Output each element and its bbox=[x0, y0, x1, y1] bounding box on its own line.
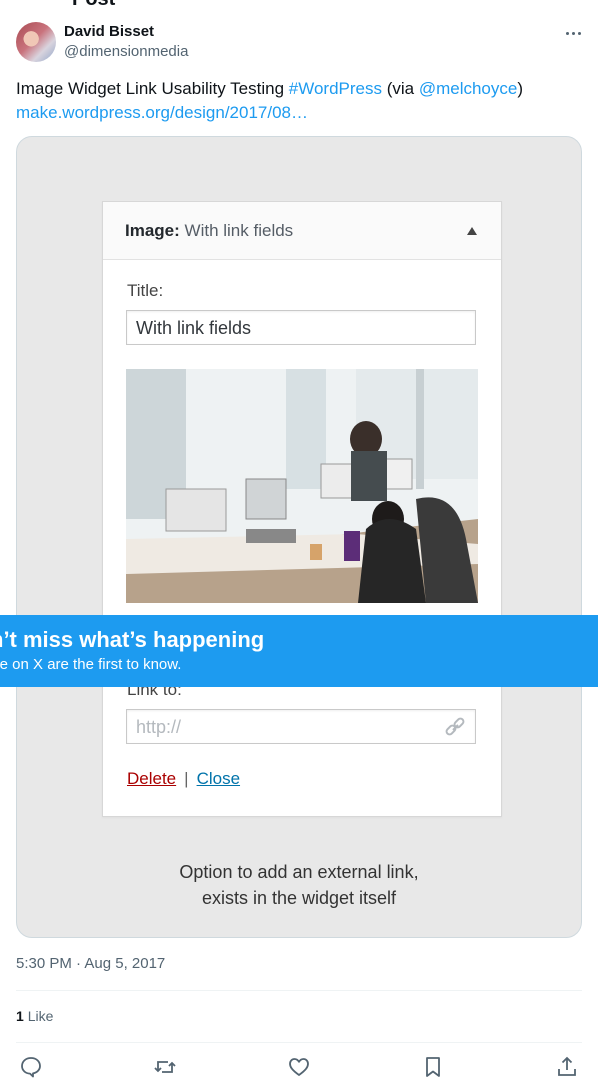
tweet-text-part: ) bbox=[517, 79, 524, 98]
office-photo bbox=[126, 369, 478, 603]
action-bar bbox=[0, 1055, 598, 1081]
url-link[interactable]: make.wordpress.org/design/2017/08… bbox=[16, 103, 308, 122]
repost-icon[interactable] bbox=[153, 1055, 177, 1079]
likes-number: 1 bbox=[16, 1008, 24, 1024]
tweet-text: Image Widget Link Usability Testing #Wor… bbox=[16, 77, 582, 125]
actions-separator: | bbox=[184, 769, 189, 788]
banner-subtitle: ple on X are the first to know. bbox=[0, 656, 182, 673]
collapse-arrow-icon bbox=[467, 227, 477, 235]
author-handle[interactable]: @dimensionmedia bbox=[64, 43, 188, 60]
author-name[interactable]: David Bisset bbox=[64, 23, 154, 40]
hashtag-link[interactable]: #WordPress bbox=[289, 79, 382, 98]
share-icon[interactable] bbox=[555, 1055, 579, 1079]
media-caption: Option to add an external link, exists i… bbox=[17, 859, 581, 911]
link-field: http:// bbox=[126, 709, 476, 744]
divider bbox=[16, 990, 582, 991]
likes-count[interactable]: 1 Like bbox=[16, 1008, 53, 1024]
caption-line-1: Option to add an external link, bbox=[179, 862, 419, 882]
banner-title: n’t miss what’s happening bbox=[0, 627, 265, 652]
signup-banner[interactable]: n’t miss what’s happening ple on X are t… bbox=[0, 615, 598, 687]
avatar[interactable] bbox=[16, 22, 56, 62]
reply-icon[interactable] bbox=[19, 1055, 43, 1079]
media-card[interactable]: Image: With link fields Title: With link… bbox=[16, 136, 582, 938]
widget-title-rest: With link fields bbox=[184, 221, 294, 240]
widget-title: Image: With link fields bbox=[125, 221, 293, 241]
widget-screenshot: Image: With link fields Title: With link… bbox=[102, 201, 502, 817]
divider bbox=[16, 1042, 582, 1043]
close-link: Close bbox=[196, 769, 241, 788]
likes-label: Like bbox=[27, 1008, 54, 1024]
like-icon[interactable] bbox=[287, 1055, 311, 1079]
post-timestamp[interactable]: 5:30 PM · Aug 5, 2017 bbox=[16, 955, 165, 972]
widget-title-bold: Image: bbox=[125, 221, 180, 240]
link-chain-icon bbox=[445, 717, 465, 736]
widget-actions: Delete | Close bbox=[127, 769, 240, 789]
page-title-partial: Post bbox=[72, 0, 115, 11]
link-placeholder: http:// bbox=[136, 717, 182, 737]
mention-link[interactable]: @melchoyce bbox=[419, 79, 518, 98]
widget-header: Image: With link fields bbox=[103, 202, 501, 260]
title-label: Title: bbox=[127, 281, 164, 300]
title-field: With link fields bbox=[126, 310, 476, 345]
more-options-icon[interactable] bbox=[563, 23, 583, 43]
tweet-text-part: (via bbox=[381, 79, 419, 98]
caption-line-2: exists in the widget itself bbox=[201, 888, 397, 908]
tweet-text-part: Image Widget Link Usability Testing bbox=[16, 79, 289, 98]
delete-link: Delete bbox=[127, 769, 177, 788]
bookmark-icon[interactable] bbox=[421, 1055, 445, 1079]
